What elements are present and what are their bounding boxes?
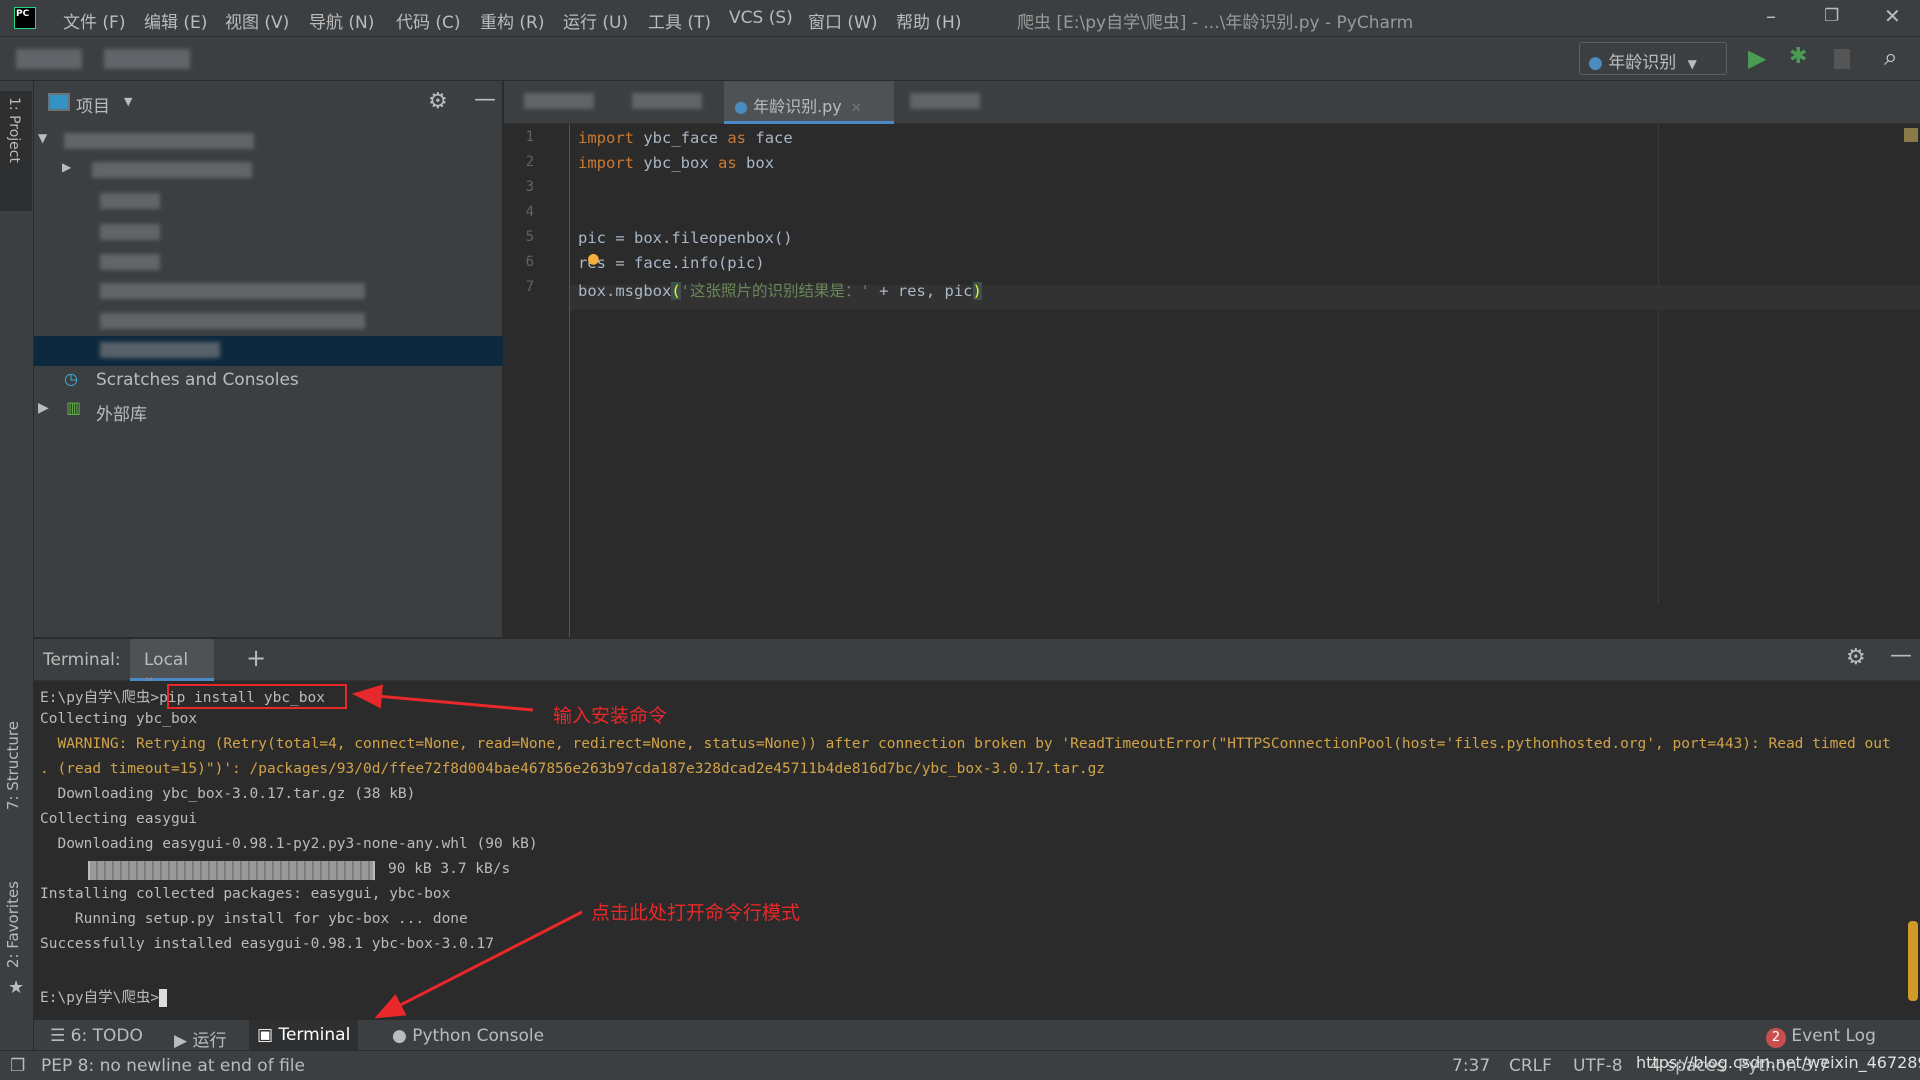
tool-window-bar: ☰ 6: TODO ▶ 运行 ▣ Terminal ● Python Conso… [34, 1019, 1920, 1051]
arrow-to-command [352, 684, 534, 712]
annotation-arrows [352, 684, 583, 1019]
python-console-button[interactable]: ● Python Console [392, 1026, 544, 1046]
arrow-to-terminal-button [374, 910, 583, 1019]
terminal-icon: ▣ [257, 1025, 279, 1045]
watermark: https://blog.csdn.net/weixin_46728976 [1636, 1053, 1920, 1072]
status-message: PEP 8: no newline at end of file [41, 1056, 305, 1076]
caret-position[interactable]: 7:37 [1452, 1056, 1490, 1076]
annotation-open-terminal: 点击此处打开命令行模式 [591, 902, 801, 924]
line-separator[interactable]: CRLF [1509, 1056, 1552, 1076]
annotation-install: 输入安装命令 [553, 705, 668, 727]
python-icon: ● [392, 1026, 413, 1046]
event-log-button[interactable]: 2 Event Log [1766, 1026, 1876, 1048]
status-bar: ❐ PEP 8: no newline at end of file 7:37 … [0, 1050, 1920, 1080]
todo-button[interactable]: ☰ 6: TODO [50, 1026, 143, 1046]
event-count-badge: 2 [1766, 1028, 1786, 1048]
file-encoding[interactable]: UTF-8 [1573, 1056, 1623, 1076]
list-icon: ☰ [50, 1026, 71, 1046]
terminal-tool-button[interactable]: ▣ Terminal [249, 1020, 359, 1051]
toggle-tool-windows-icon[interactable]: ❐ [10, 1056, 25, 1076]
play-icon: ▶ [174, 1031, 193, 1051]
run-tool-button[interactable]: ▶ 运行 [174, 1026, 226, 1051]
